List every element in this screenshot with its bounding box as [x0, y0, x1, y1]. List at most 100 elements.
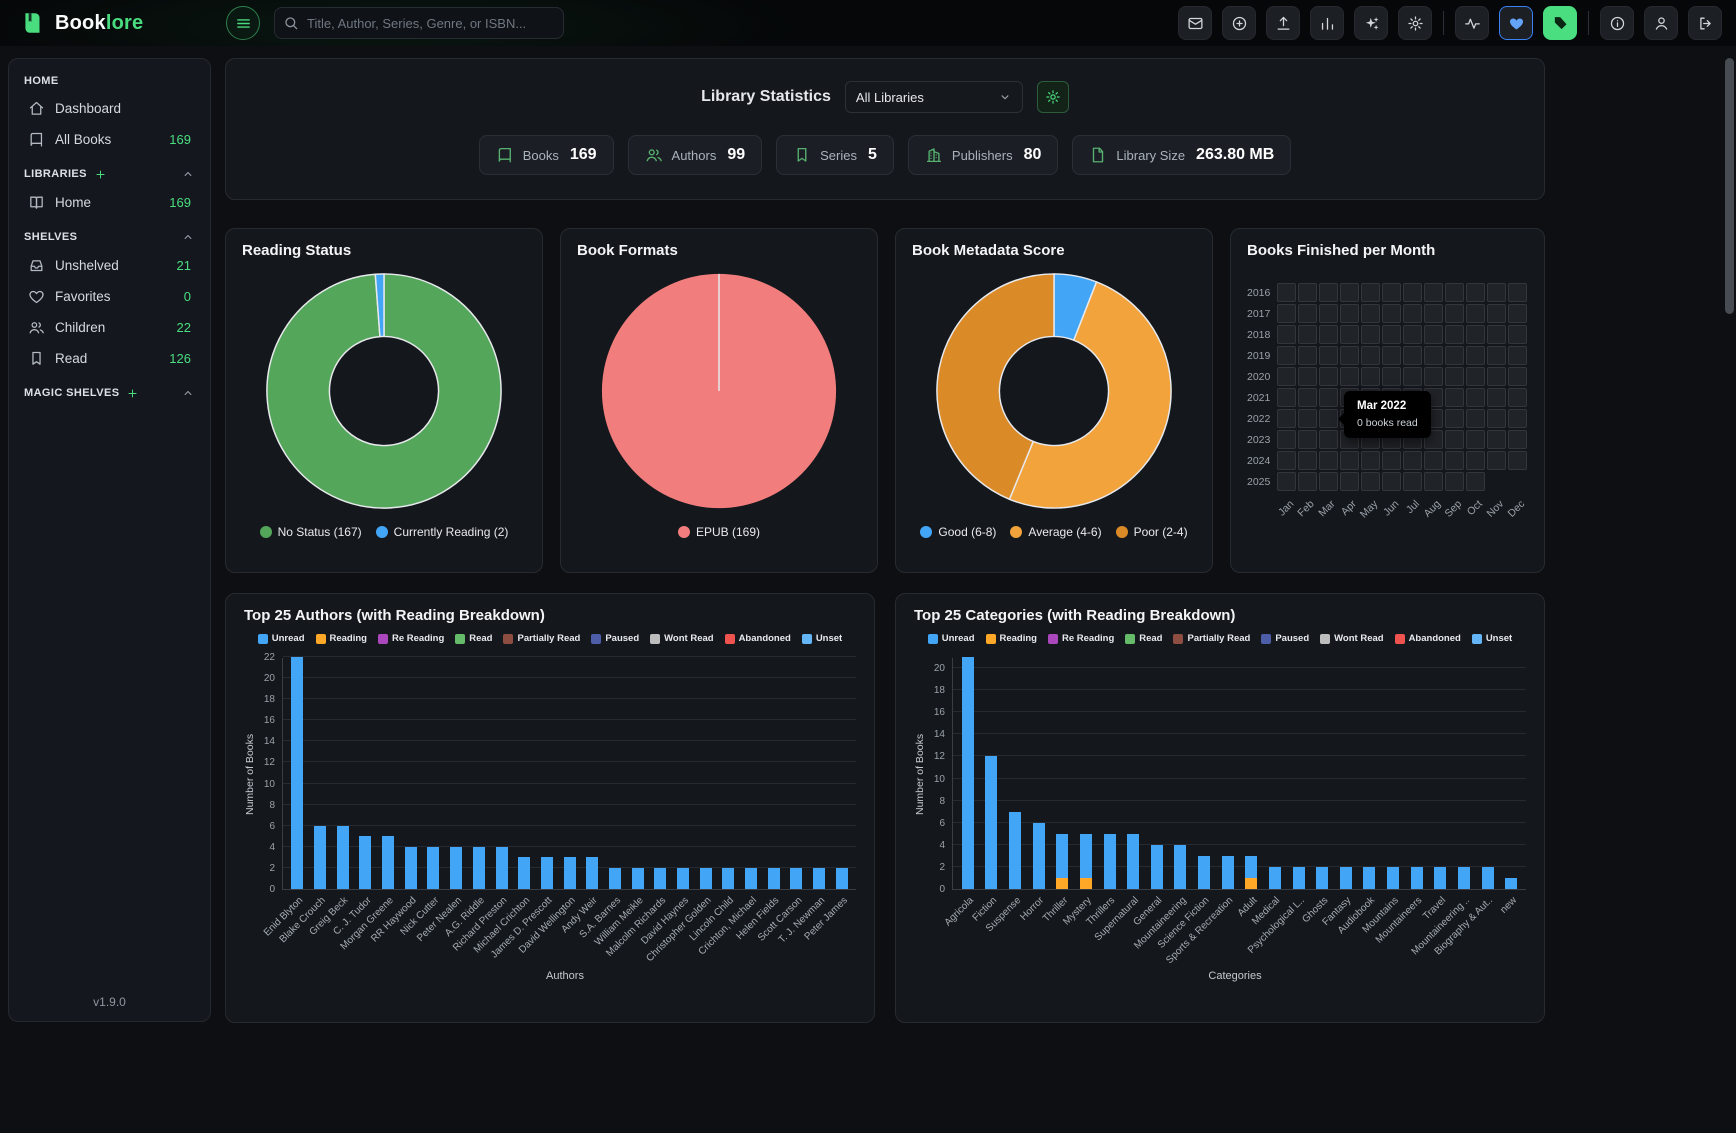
heatmap-cell[interactable] [1277, 283, 1296, 302]
heatmap-cell[interactable] [1382, 346, 1401, 365]
bar[interactable]: Helen Fields [762, 658, 785, 889]
heatmap-cell[interactable] [1382, 367, 1401, 386]
legend-item[interactable]: Partially Read [1173, 633, 1250, 644]
heatmap-cell[interactable] [1298, 346, 1317, 365]
heatmap-cell[interactable] [1424, 325, 1443, 344]
legend-item[interactable]: Read [455, 633, 492, 644]
bar[interactable]: Suspense [1003, 658, 1027, 889]
heatmap-cell[interactable] [1445, 409, 1464, 428]
stat-chip-series[interactable]: Series5 [776, 135, 894, 175]
heatmap-cell[interactable] [1508, 304, 1527, 323]
chevron-up-icon[interactable] [181, 230, 195, 244]
heatmap-cell[interactable] [1340, 325, 1359, 344]
stat-chip-publishers[interactable]: Publishers80 [908, 135, 1059, 175]
legend-item[interactable]: Unread [258, 633, 305, 644]
heatmap-cell[interactable] [1487, 409, 1506, 428]
heatmap-cell[interactable] [1403, 472, 1422, 491]
heatmap-cell[interactable] [1340, 430, 1359, 449]
heatmap-cell[interactable] [1319, 409, 1338, 428]
heatmap-cell[interactable] [1403, 367, 1422, 386]
heatmap-cell[interactable] [1340, 304, 1359, 323]
bar[interactable]: William Meikle [626, 658, 649, 889]
heatmap-cell[interactable] [1382, 325, 1401, 344]
heatmap-cell[interactable] [1403, 388, 1422, 407]
heatmap-cell[interactable] [1508, 388, 1527, 407]
heatmap-cell[interactable] [1466, 325, 1485, 344]
heatmap-cell[interactable] [1424, 430, 1443, 449]
heatmap-cell[interactable] [1424, 367, 1443, 386]
sidebar-item-unshelved[interactable]: Unshelved21 [19, 250, 200, 281]
heatmap-cell[interactable] [1403, 325, 1422, 344]
legend-item[interactable]: Read [1125, 633, 1162, 644]
bar[interactable]: Psychological L.. [1287, 658, 1311, 889]
tag-button[interactable] [1543, 6, 1577, 40]
heatmap-cell[interactable] [1508, 451, 1527, 470]
legend-item[interactable]: Reading [316, 633, 367, 644]
heatmap-cell[interactable] [1403, 283, 1422, 302]
heatmap-cell[interactable] [1361, 472, 1380, 491]
legend-item[interactable]: Unread [928, 633, 975, 644]
sidebar-section-header[interactable]: LIBRARIES [24, 167, 195, 181]
bar[interactable]: James D. Prescott [536, 658, 559, 889]
heatmap-cell[interactable] [1466, 283, 1485, 302]
heatmap-cell[interactable] [1298, 430, 1317, 449]
heart-button[interactable] [1499, 6, 1533, 40]
bar[interactable]: Blake Crouch [309, 658, 332, 889]
bar[interactable]: Biography & Aut.. [1476, 658, 1500, 889]
bar[interactable]: Nick Cutter [422, 658, 445, 889]
heatmap-cell[interactable] [1361, 325, 1380, 344]
heatmap-cell[interactable] [1466, 346, 1485, 365]
heatmap-cell[interactable] [1277, 430, 1296, 449]
logout-button[interactable] [1688, 6, 1722, 40]
heatmap-cell[interactable] [1508, 367, 1527, 386]
bar[interactable]: Peter Nealen [445, 658, 468, 889]
sidebar-item-dashboard[interactable]: Dashboard [19, 93, 200, 124]
sparkles-button[interactable] [1354, 6, 1388, 40]
heatmap-cell[interactable] [1298, 283, 1317, 302]
bar[interactable]: Peter James [831, 658, 854, 889]
legend-item[interactable]: Reading [986, 633, 1037, 644]
heatmap-cell[interactable] [1424, 283, 1443, 302]
bar[interactable]: David Haynes [672, 658, 695, 889]
heatmap-cell[interactable] [1298, 472, 1317, 491]
heatmap-cell[interactable] [1382, 388, 1401, 407]
add-icon[interactable] [94, 168, 107, 181]
legend-item[interactable]: Average (4-6) [1010, 525, 1101, 539]
heatmap-cell[interactable] [1361, 304, 1380, 323]
heatmap-cell[interactable] [1277, 304, 1296, 323]
heatmap-cell[interactable] [1298, 388, 1317, 407]
heatmap-cell[interactable] [1382, 409, 1401, 428]
heatmap-cell[interactable] [1424, 388, 1443, 407]
heatmap-cell[interactable] [1361, 451, 1380, 470]
legend-item[interactable]: Re Reading [378, 633, 444, 644]
bar[interactable]: Science Fiction [1192, 658, 1216, 889]
bar[interactable]: Morgan Greene [377, 658, 400, 889]
sidebar-item-home[interactable]: Home169 [19, 187, 200, 218]
bar[interactable]: Enid Blyton [286, 658, 309, 889]
add-icon[interactable] [126, 387, 139, 400]
books-finished-heatmap[interactable]: 2016201720182019202020212022202320242025… [1247, 283, 1528, 521]
legend-item[interactable]: EPUB (169) [678, 525, 760, 539]
gear-button[interactable] [1398, 6, 1432, 40]
heatmap-cell[interactable] [1361, 409, 1380, 428]
heatmap-cell[interactable] [1466, 388, 1485, 407]
heatmap-cell[interactable] [1487, 304, 1506, 323]
bar[interactable]: General [1145, 658, 1169, 889]
legend-item[interactable]: Currently Reading (2) [376, 525, 509, 539]
heatmap-cell[interactable] [1445, 283, 1464, 302]
sidebar-item-favorites[interactable]: Favorites0 [19, 281, 200, 312]
heatmap-cell[interactable] [1277, 451, 1296, 470]
bar[interactable]: Thriller [1051, 658, 1075, 889]
heatmap-cell[interactable] [1361, 283, 1380, 302]
bar[interactable]: Mountains [1381, 658, 1405, 889]
chevron-up-icon[interactable] [181, 167, 195, 181]
legend-item[interactable]: No Status (167) [260, 525, 362, 539]
heatmap-cell[interactable] [1382, 304, 1401, 323]
heatmap-cell[interactable] [1340, 367, 1359, 386]
heatmap-cell[interactable] [1277, 409, 1296, 428]
heatmap-cell[interactable] [1277, 367, 1296, 386]
heatmap-cell[interactable] [1487, 451, 1506, 470]
upload-button[interactable] [1266, 6, 1300, 40]
heatmap-cell[interactable] [1466, 367, 1485, 386]
search-input[interactable] [274, 7, 564, 39]
